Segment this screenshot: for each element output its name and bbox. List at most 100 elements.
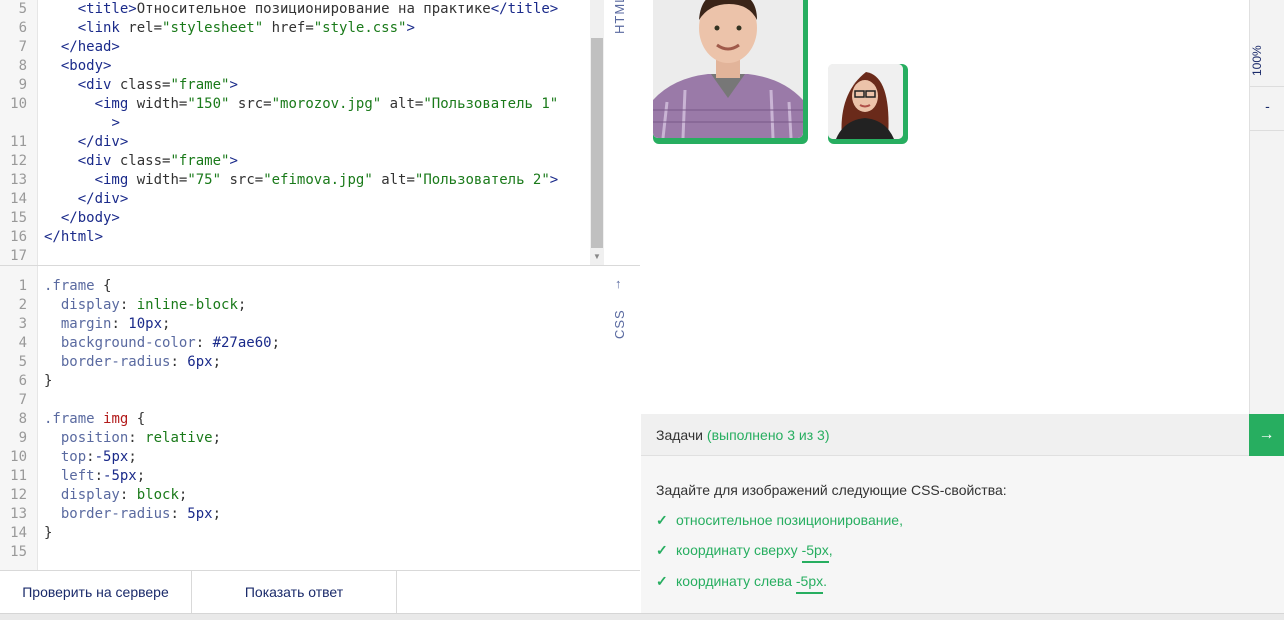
code-line[interactable]: 7 bbox=[0, 391, 590, 410]
code-line[interactable]: 8 .frame img { bbox=[0, 410, 590, 429]
code-text[interactable]: background-color: #27ae60; bbox=[44, 334, 280, 353]
code-line[interactable]: 7 </head> bbox=[0, 38, 590, 57]
code-text[interactable]: </head> bbox=[44, 38, 120, 57]
code-text[interactable]: left:-5px; bbox=[44, 467, 145, 486]
arrow-up-icon[interactable]: ↑ bbox=[615, 276, 622, 291]
preview-sidebar: 100% - bbox=[1249, 0, 1284, 414]
code-text[interactable]: .frame img { bbox=[44, 410, 145, 429]
code-line[interactable]: 10 top:-5px; bbox=[0, 448, 590, 467]
code-line[interactable]: 3 margin: 10px; bbox=[0, 315, 590, 334]
code-text[interactable]: display: block; bbox=[44, 486, 187, 505]
code-text[interactable]: border-radius: 5px; bbox=[44, 505, 221, 524]
code-text[interactable]: > bbox=[44, 114, 119, 133]
code-token: "stylesheet" bbox=[162, 20, 264, 36]
code-text[interactable]: } bbox=[44, 524, 52, 543]
code-text[interactable]: <img width="150" src="morozov.jpg" alt="… bbox=[44, 95, 559, 114]
code-line[interactable]: 17 bbox=[0, 247, 590, 265]
tab-html[interactable]: HTML bbox=[612, 0, 630, 34]
code-token: ; bbox=[136, 468, 146, 484]
code-line[interactable]: 9 <div class="frame"> bbox=[0, 76, 590, 95]
code-token: ; bbox=[128, 449, 137, 465]
code-line[interactable]: 10 <img width="150" src="morozov.jpg" al… bbox=[0, 95, 590, 114]
code-text[interactable]: margin: 10px; bbox=[44, 315, 171, 334]
line-number: 10 bbox=[10, 96, 27, 112]
html-editor[interactable]: 5 <title>Относительное позиционирование … bbox=[0, 0, 640, 266]
show-answer-button[interactable]: Показать ответ bbox=[192, 571, 397, 614]
code-text[interactable]: display: inline-block; bbox=[44, 296, 246, 315]
code-line[interactable]: 16 </html> bbox=[0, 228, 590, 247]
code-line[interactable]: 12 display: block; bbox=[0, 486, 590, 505]
code-text[interactable]: </div> bbox=[44, 190, 129, 209]
tasks-header[interactable]: Задачи (выполнено 3 из 3) → bbox=[641, 414, 1284, 456]
code-line[interactable]: 1 .frame { bbox=[0, 277, 590, 296]
code-text[interactable]: position: relative; bbox=[44, 429, 221, 448]
code-token: alt= bbox=[372, 172, 415, 188]
code-line[interactable]: 2 display: inline-block; bbox=[0, 296, 590, 315]
code-line[interactable]: 5 border-radius: 6px; bbox=[0, 353, 590, 372]
code-line[interactable]: 15 </body> bbox=[0, 209, 590, 228]
code-line[interactable]: > bbox=[0, 114, 590, 133]
code-text[interactable]: } bbox=[44, 372, 52, 391]
code-text[interactable]: <div class="frame"> bbox=[44, 152, 238, 171]
code-text[interactable]: <body> bbox=[44, 57, 112, 76]
code-line[interactable]: 12 <div class="frame"> bbox=[0, 152, 590, 171]
code-token: .frame bbox=[44, 278, 95, 294]
code-text[interactable]: </html> bbox=[44, 228, 103, 247]
code-line[interactable]: 6} bbox=[0, 372, 590, 391]
code-token: "frame" bbox=[170, 77, 230, 93]
code-line[interactable]: 9 position: relative; bbox=[0, 429, 590, 448]
code-token: background-color bbox=[60, 335, 196, 351]
next-arrow-button[interactable]: → bbox=[1249, 414, 1284, 456]
code-line[interactable]: 15 bbox=[0, 543, 590, 562]
code-text[interactable]: </body> bbox=[44, 209, 120, 228]
check-on-server-button[interactable]: Проверить на сервере bbox=[0, 571, 192, 614]
preview-pane bbox=[641, 0, 1249, 414]
code-text[interactable]: .frame { bbox=[44, 277, 111, 296]
code-text[interactable]: </div> bbox=[44, 133, 129, 152]
code-text[interactable]: <title>Относительное позиционирование на… bbox=[44, 0, 558, 19]
code-line[interactable]: 11 left:-5px; bbox=[0, 467, 590, 486]
code-text[interactable]: <div class="frame"> bbox=[44, 76, 238, 95]
code-text[interactable]: <link rel="stylesheet" href="style.css"> bbox=[44, 19, 415, 38]
code-token: block bbox=[136, 487, 179, 503]
code-line[interactable]: 5 <title>Относительное позиционирование … bbox=[0, 0, 590, 19]
css-editor[interactable]: 1 .frame {2 display: inline-block; 3 margi… bbox=[0, 266, 640, 571]
code-token: 10px bbox=[128, 316, 163, 332]
html-scrollbar[interactable]: ▼ bbox=[590, 0, 604, 265]
code-token: ; bbox=[162, 316, 171, 332]
line-number: 7 bbox=[18, 39, 27, 55]
code-text[interactable]: <img width="75" src="efimova.jpg" alt="П… bbox=[44, 171, 559, 190]
code-line[interactable]: 13 border-radius: 5px; bbox=[0, 505, 590, 524]
code-line[interactable]: 6 <link rel="stylesheet" href="style.css… bbox=[0, 19, 590, 38]
code-line[interactable]: 14} bbox=[0, 524, 590, 543]
scroll-down-icon[interactable]: ▼ bbox=[593, 252, 601, 261]
code-line[interactable]: 11 </div> bbox=[0, 133, 590, 152]
zoom-level[interactable]: 100% bbox=[1250, 36, 1284, 86]
line-number: 14 bbox=[10, 525, 27, 541]
line-number: 15 bbox=[10, 210, 27, 226]
editor-panel: 5 <title>Относительное позиционирование … bbox=[0, 0, 640, 620]
tasks-title-label: Задачи bbox=[656, 427, 704, 443]
code-text[interactable]: top:-5px; bbox=[44, 448, 137, 467]
user-2-photo bbox=[828, 64, 903, 139]
code-line[interactable]: 13 <img width="75" src="efimova.jpg" alt… bbox=[0, 171, 590, 190]
code-token: href= bbox=[263, 20, 314, 36]
css-code-lines[interactable]: 1 .frame {2 display: inline-block; 3 margi… bbox=[0, 277, 590, 562]
code-line[interactable]: 4 background-color: #27ae60; bbox=[0, 334, 590, 353]
html-code-lines[interactable]: 5 <title>Относительное позиционирование … bbox=[0, 0, 590, 265]
code-line[interactable]: 8 <body> bbox=[0, 57, 590, 76]
code-text[interactable]: border-radius: 6px; bbox=[44, 353, 221, 372]
zoom-out-button[interactable]: - bbox=[1250, 98, 1284, 114]
code-line[interactable]: 14 </div> bbox=[0, 190, 590, 209]
line-number: 6 bbox=[18, 20, 27, 36]
html-scroll-thumb[interactable] bbox=[591, 38, 603, 248]
tab-css[interactable]: CSS bbox=[612, 308, 630, 340]
line-number: 6 bbox=[18, 373, 27, 389]
